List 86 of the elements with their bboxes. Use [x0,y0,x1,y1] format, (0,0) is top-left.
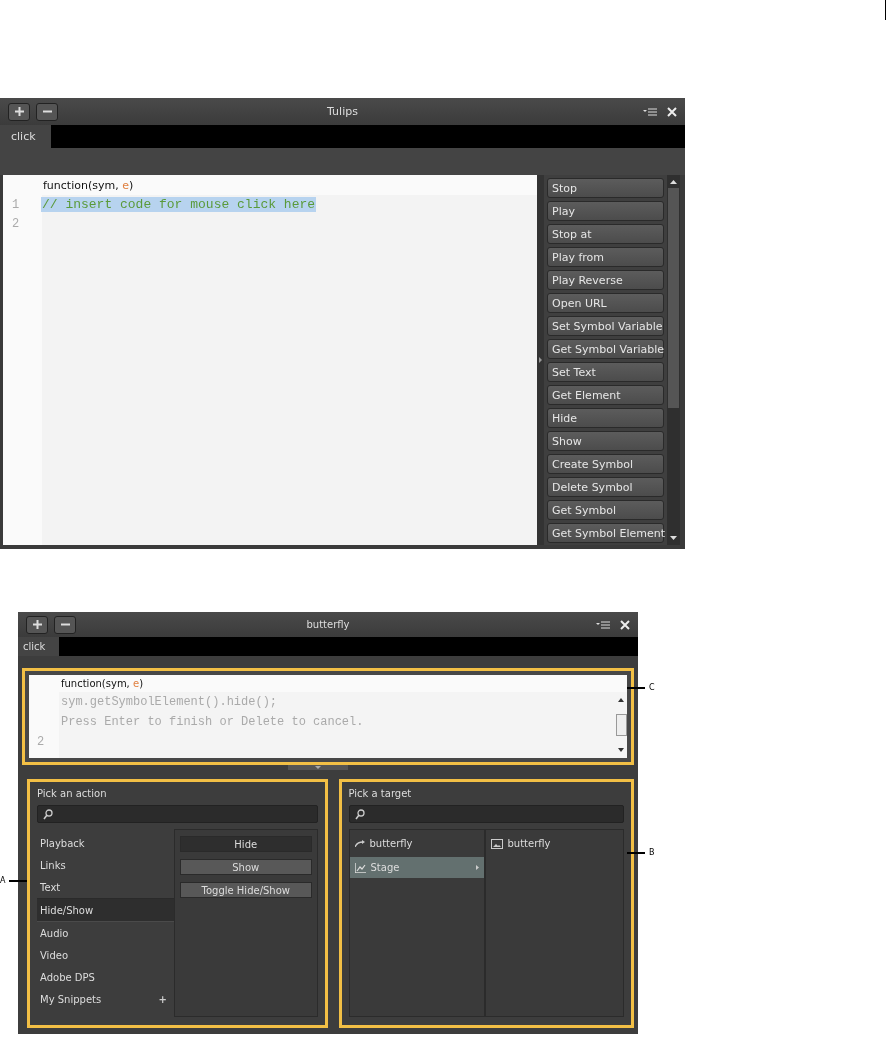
line-number: 1 [11,197,21,212]
target-item[interactable]: butterfly [349,833,484,854]
plus-icon [32,620,42,629]
arrow-icon [354,840,365,847]
action-button[interactable]: Set Symbol Variable [547,316,664,336]
category-item[interactable]: Playback [37,832,174,854]
action-button[interactable]: Create Symbol [547,454,664,474]
action-button[interactable]: Stop at [547,224,664,244]
search-icon [43,808,53,820]
scroll-thumb[interactable] [615,714,627,736]
search-icon [354,808,365,820]
action-button[interactable]: Get Symbol [547,500,664,520]
action-button[interactable]: Show [547,431,664,451]
action-button[interactable]: Hide [547,408,664,428]
stage-icon [354,862,366,873]
category-item[interactable]: Audio [37,922,174,944]
menu-icon[interactable] [596,620,610,629]
action-button[interactable]: Toggle Hide/Show [180,882,312,898]
category-item[interactable]: Hide/Show [37,898,174,922]
image-icon [490,838,503,849]
tab[interactable]: click [0,125,51,148]
scroll-down-icon[interactable] [618,748,624,752]
window-title: butterfly [305,619,351,630]
action-button[interactable]: Open URL [547,293,664,313]
callout-label: B [649,848,655,857]
action-button[interactable]: Get Symbol Element [547,523,664,543]
category-item[interactable]: Adobe DPS [37,966,174,988]
category-label: Audio [40,927,69,939]
category-label: Links [40,859,66,871]
close-icon[interactable] [620,619,630,630]
action-button[interactable]: Stop [547,178,664,198]
action-button[interactable]: Get Element [547,385,664,405]
panel-title: Pick a target [348,788,413,801]
code-editor[interactable]: function(sym, e) 1 // insert code for mouse click here 2 [3,175,537,545]
hint-text: sym.getSymbolElement().hide(); [60,695,279,709]
function-signature: function(sym, e) [61,678,144,689]
function-signature: function(sym, e) [43,178,134,192]
action-button[interactable]: Play from [547,247,664,267]
close-icon[interactable] [667,106,677,117]
callout-label: A [0,876,6,885]
action-button[interactable]: Play [547,201,664,221]
category-label: My Snippets [40,993,102,1005]
category-label: Text [40,881,61,893]
scrollbar[interactable] [667,175,680,545]
window-title: Tulips [326,105,359,118]
zoom-out-button[interactable] [36,102,58,121]
code-editor[interactable]: function(sym, e) sym.getSymbolElement().hide(); Press Enter to finish or Delete to cancel. 2 [29,675,627,758]
caret-icon [539,357,542,363]
category-item[interactable]: Links [37,854,174,876]
category-label: Adobe DPS [40,971,95,983]
line-number: 2 [36,735,46,749]
line-number: 2 [11,216,21,231]
action-button[interactable]: Show [180,859,312,875]
add-snippet-button[interactable]: + [158,993,167,1005]
panel-title: Pick an action [37,788,108,801]
action-button[interactable]: Hide [180,836,312,852]
plus-icon [14,107,24,116]
zoom-in-button[interactable] [8,102,30,121]
element-item[interactable]: butterfly [485,833,623,854]
category-label: Playback [40,837,85,849]
search-field[interactable] [37,805,318,823]
element-label: butterfly [507,838,551,849]
hint-text: Press Enter to finish or Delete to cancel. [60,715,365,729]
category-item[interactable]: Video [37,944,174,966]
target-item[interactable]: Stage [349,857,484,878]
category-label: Hide/Show [40,904,94,916]
callout-label: C [649,683,655,692]
action-button[interactable]: Get Symbol Variable [547,339,664,359]
scroll-up-icon[interactable] [670,180,677,184]
search-field[interactable] [348,805,624,823]
zoom-in-button[interactable] [26,615,48,634]
target-label: Stage [370,862,400,873]
action-button[interactable]: Delete Symbol [547,477,664,497]
menu-icon[interactable] [643,107,657,116]
category-item[interactable]: My Snippets + [37,988,174,1010]
scroll-thumb[interactable] [668,188,679,408]
resize-handle[interactable] [288,765,348,770]
action-button[interactable]: Set Text [547,362,664,382]
tab[interactable]: click [18,637,59,656]
zoom-out-button[interactable] [54,615,76,634]
category-item[interactable]: Text [37,876,174,898]
scroll-down-icon[interactable] [670,536,677,540]
scroll-up-icon[interactable] [618,698,624,702]
target-label: butterfly [369,838,413,849]
action-button[interactable]: Play Reverse [547,270,664,290]
category-label: Video [40,949,69,961]
